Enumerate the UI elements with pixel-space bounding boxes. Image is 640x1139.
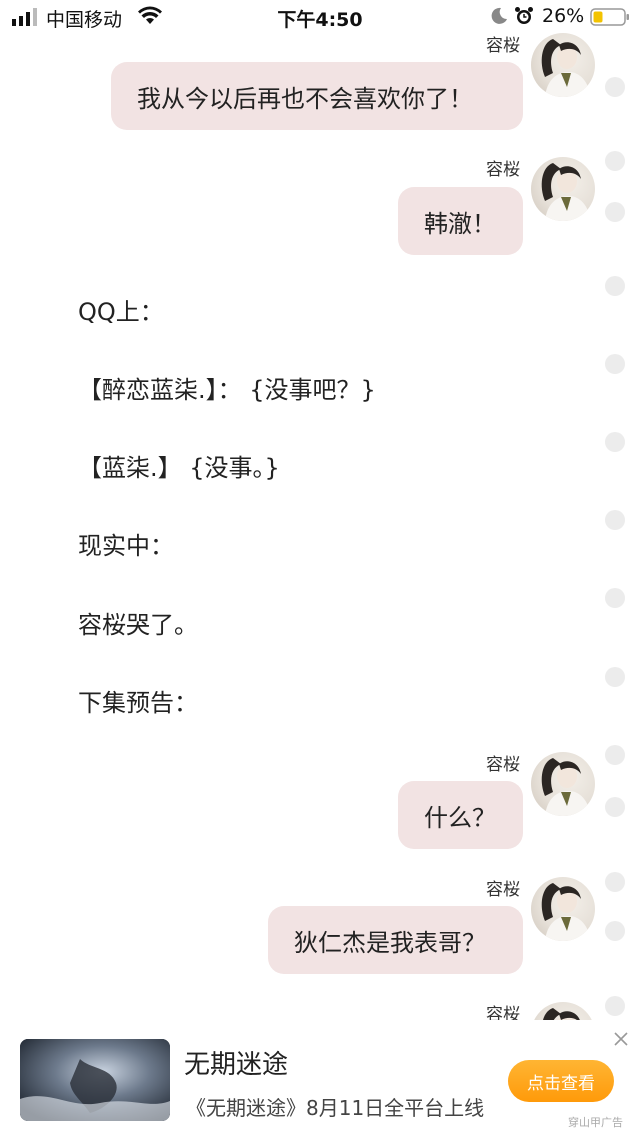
message-bubble[interactable]: 狄仁杰是我表哥？	[268, 906, 523, 974]
narration-line: 【蓝柒.】 {没事。}	[78, 454, 280, 482]
sender-name: 容桜	[486, 755, 520, 775]
ad-source-tag: 穿山甲广告	[568, 1116, 623, 1129]
message-bubble[interactable]: 什么？	[398, 781, 523, 849]
select-circle[interactable]	[605, 921, 625, 941]
select-circle[interactable]	[605, 510, 625, 530]
ad-description[interactable]: 《无期迷途》8月11日全平台上线	[186, 1092, 486, 1121]
message-bubble[interactable]: 我从今以后再也不会喜欢你了！	[111, 62, 523, 130]
alarm-icon	[515, 7, 533, 24]
avatar-photo	[543, 1008, 580, 1020]
avatar-photo	[541, 39, 591, 97]
avatar[interactable]	[531, 33, 595, 97]
avatar-photo	[541, 883, 591, 941]
narration-line: QQ上：	[78, 298, 164, 326]
select-circle[interactable]	[605, 276, 625, 296]
avatar-photo	[541, 163, 591, 221]
avatar[interactable]	[531, 877, 595, 941]
select-circle[interactable]	[605, 151, 625, 171]
select-circle[interactable]	[605, 354, 625, 374]
sender-name: 容桜	[486, 880, 520, 900]
select-circle[interactable]	[605, 996, 625, 1016]
select-circle[interactable]	[605, 667, 625, 687]
select-circle[interactable]	[605, 77, 625, 97]
narration-line: 下集预告：	[78, 689, 198, 717]
avatar[interactable]	[531, 752, 595, 816]
narration-line: 现实中：	[78, 532, 174, 560]
sender-name: 容桜	[486, 36, 520, 56]
select-circle[interactable]	[605, 872, 625, 892]
close-icon[interactable]	[612, 1030, 630, 1048]
avatar[interactable]	[531, 157, 595, 221]
select-circle[interactable]	[605, 588, 625, 608]
moon-icon	[491, 7, 507, 24]
battery-percent: 26%	[542, 5, 585, 27]
chat-area[interactable]: 容桜 我从今以后再也不会喜欢你了！ 容桜 韩澈！ QQ上： 【醉恋蓝柒.】： {…	[0, 30, 640, 1020]
ad-cta-button[interactable]: 点击查看	[508, 1060, 614, 1102]
ad-banner[interactable]: 无期迷途 《无期迷途》8月11日全平台上线 点击查看 穿山甲广告	[0, 1020, 640, 1139]
sender-name: 容桜	[486, 160, 520, 180]
message-bubble[interactable]: 韩澈！	[398, 187, 523, 255]
avatar[interactable]	[531, 1002, 595, 1020]
narration-line: 【醉恋蓝柒.】： {没事吧？}	[78, 376, 376, 404]
select-circle[interactable]	[605, 202, 625, 222]
sender-name: 容桜	[486, 1005, 520, 1020]
select-circle[interactable]	[605, 797, 625, 817]
ad-thumbnail[interactable]	[20, 1039, 170, 1121]
ad-title[interactable]: 无期迷途	[184, 1044, 288, 1081]
battery-icon	[590, 8, 629, 26]
ad-image	[20, 1039, 170, 1121]
narration-line: 容桜哭了。	[78, 611, 198, 639]
avatar-photo	[541, 758, 591, 816]
select-circle[interactable]	[605, 432, 625, 452]
status-bar: 中国移动 下午4:50 26%	[0, 0, 640, 34]
select-circle[interactable]	[605, 745, 625, 765]
